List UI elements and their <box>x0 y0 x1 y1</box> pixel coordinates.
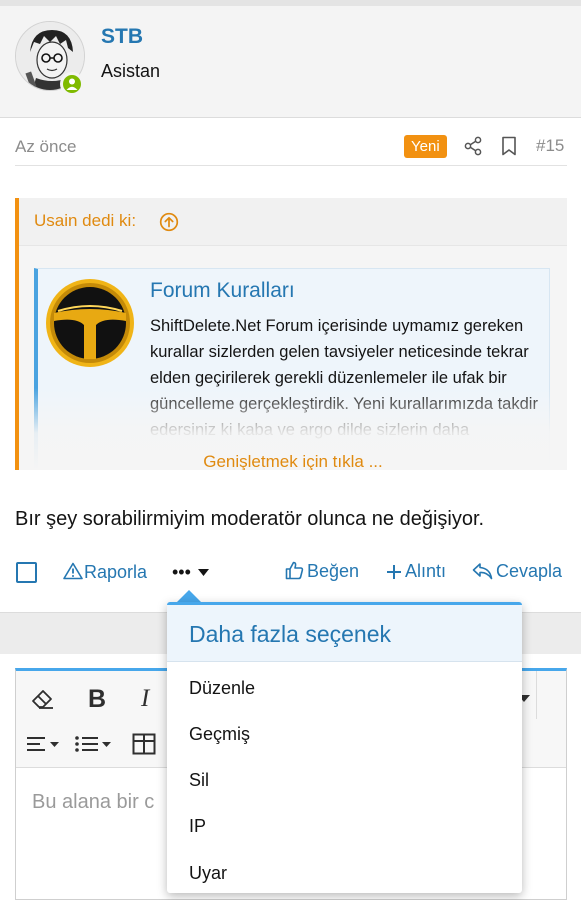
online-status-icon <box>60 72 84 96</box>
embed-title[interactable]: Forum Kuralları <box>150 279 295 303</box>
post-time[interactable]: Az önce <box>15 137 76 157</box>
post-user-header: STB Asistan <box>0 6 581 118</box>
menu-title: Daha fazla seçenek <box>189 621 392 647</box>
caret-down-icon <box>197 569 209 576</box>
like-button[interactable]: Beğen <box>285 561 359 582</box>
arrow-circle-up-icon[interactable] <box>159 212 179 232</box>
bookmark-icon[interactable] <box>501 136 517 156</box>
quote-button[interactable]: Alıntı <box>386 561 446 582</box>
quote-block: Usain dedi ki: Forum Kuralları ShiftDele… <box>15 198 567 470</box>
new-badge: Yeni <box>404 135 447 158</box>
report-label: Raporla <box>84 562 148 582</box>
menu-header: Daha fazla seçenek <box>167 605 522 662</box>
shiftdelete-logo-icon <box>46 279 134 367</box>
like-label: Beğen <box>307 561 360 581</box>
post-body: Bır şey sorabilirmiyim moderatör olunca … <box>15 508 485 530</box>
quote-author[interactable]: Usain dedi ki: <box>34 211 136 231</box>
warning-icon <box>63 562 83 580</box>
menu-item-edit[interactable]: Düzenle <box>189 678 255 699</box>
align-icon[interactable] <box>26 735 62 755</box>
more-label: ••• <box>172 562 191 582</box>
toolbar-separator <box>536 671 537 719</box>
more-options-button[interactable]: ••• <box>172 562 209 583</box>
share-icon[interactable] <box>464 136 482 156</box>
eraser-icon[interactable] <box>30 687 56 711</box>
reply-button[interactable]: Cevapla <box>472 561 562 582</box>
select-checkbox[interactable] <box>16 562 37 583</box>
menu-item-history[interactable]: Geçmiş <box>189 724 250 745</box>
menu-item-warn[interactable]: Uyar <box>189 863 227 884</box>
thumbs-up-icon <box>285 561 304 580</box>
post-actions: Raporla ••• Beğen Alıntı Cevapla <box>0 556 581 592</box>
post-number[interactable]: #15 <box>536 136 564 156</box>
table-icon[interactable] <box>132 733 156 755</box>
user-title: Asistan <box>101 61 161 81</box>
menu-item-ip[interactable]: IP <box>189 816 206 837</box>
quote-header: Usain dedi ki: <box>19 198 567 246</box>
plus-icon <box>387 565 401 579</box>
reply-label: Cevapla <box>496 561 563 581</box>
bold-icon[interactable]: B <box>88 685 106 714</box>
username[interactable]: STB <box>101 25 143 49</box>
more-options-menu: Daha fazla seçenek Düzenle Geçmiş Sil IP… <box>167 602 522 893</box>
quote-label: Alıntı <box>405 561 447 581</box>
post-meta-row: Az önce Yeni #15 <box>15 128 567 166</box>
menu-item-delete[interactable]: Sil <box>189 770 209 791</box>
editor-placeholder[interactable]: Bu alana bir c <box>32 791 154 814</box>
list-icon[interactable] <box>74 735 114 755</box>
italic-icon[interactable]: I <box>141 685 149 713</box>
reply-arrow-icon <box>472 563 493 580</box>
expand-link[interactable]: Genişletmek için tıkla ... <box>19 452 567 470</box>
report-button[interactable]: Raporla <box>63 562 147 583</box>
